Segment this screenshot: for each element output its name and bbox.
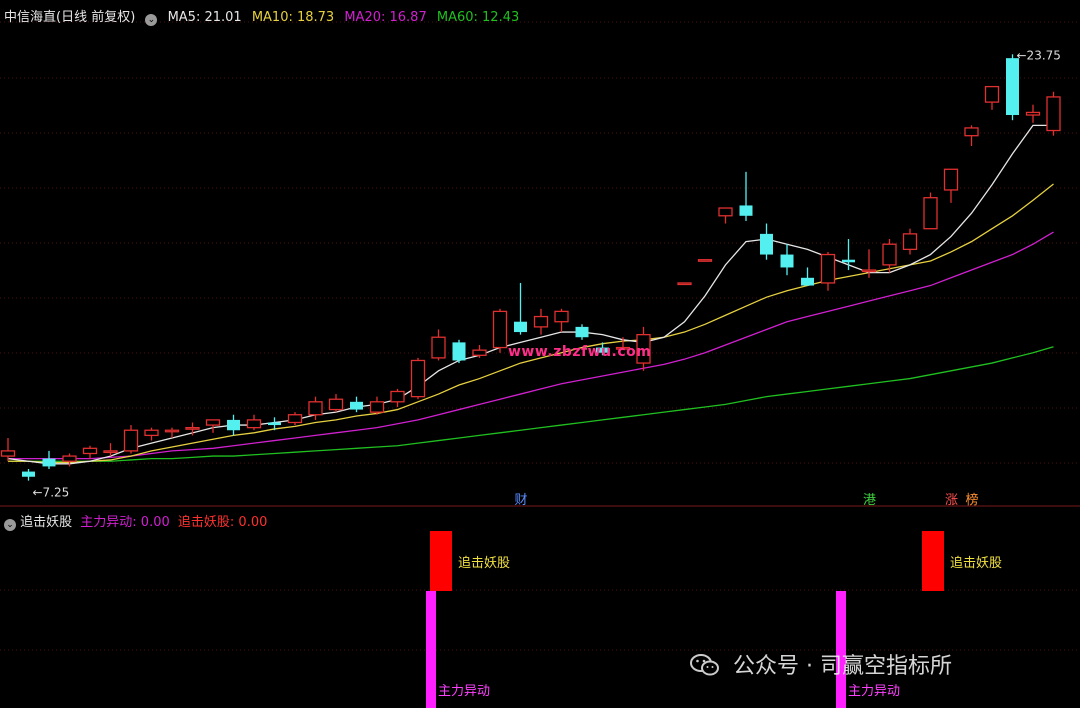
indicator-title: 追击妖股: [20, 515, 73, 530]
candle-body-up: [185, 427, 200, 430]
candle-body-up: [287, 414, 303, 424]
watermark-text: 公众号 · 司赢空指标所: [733, 654, 952, 679]
price-labels: ←23.75 ←7.25 财 港 涨榜: [33, 48, 1061, 508]
chart-header: 中信海直(日线 前复权) ⌄ MA5: 21.01 MA10: 18.73 MA…: [4, 6, 525, 26]
candles: [0, 54, 1061, 481]
candle-body-up: [328, 398, 344, 411]
candle-body-down: [268, 422, 281, 426]
candle-body-up: [533, 315, 549, 328]
ma60-line: [8, 346, 1054, 462]
candle-body-up: [923, 197, 938, 230]
settings-icon[interactable]: ⌄: [145, 14, 158, 26]
indicator-value-1: 主力异动: 0.00: [80, 515, 170, 530]
signal-label-red: 追击妖股: [950, 555, 1002, 571]
candle-body-down: [42, 458, 56, 467]
candle-body-up: [943, 168, 959, 191]
indicator-signals: 追击妖股 追击妖股主力异动 主力异动: [426, 531, 1002, 708]
candle-body-up: [861, 269, 877, 273]
candle-body-up: [492, 310, 508, 349]
candle-body-up: [0, 450, 16, 457]
candle-body-down: [227, 419, 240, 431]
candle-body-up: [62, 455, 77, 462]
signal-label-magenta: 主力异动: [848, 684, 900, 699]
signal-label-magenta: 主力异动: [438, 684, 490, 699]
indicator-header: ⌄ 追击妖股 主力异动: 0.00 追击妖股: 0.00: [4, 511, 267, 531]
candle-body-up: [984, 85, 1000, 103]
candle-body-up: [246, 419, 262, 429]
candle-body-down: [575, 326, 589, 338]
candle-body-up: [554, 310, 569, 323]
candle-body-up: [164, 429, 180, 433]
signal-bar-red: [430, 531, 452, 591]
event-badge: 港: [863, 493, 876, 508]
candle-body-up: [144, 429, 159, 437]
candle-body-up: [431, 336, 446, 359]
candle-body-up: [882, 243, 897, 266]
site-watermark: www.zbzfwu.com: [508, 344, 652, 360]
max-price-label: ←23.75: [1017, 48, 1061, 62]
candle-body-down: [801, 277, 814, 286]
indicator-value-2: 追击妖股: 0.00: [177, 515, 268, 530]
stock-title: 中信海直(日线 前复权): [4, 10, 136, 25]
candle-body-down: [739, 205, 753, 216]
candle-body-up: [697, 259, 713, 262]
signal-bar-red: [922, 531, 944, 591]
signal-bar-magenta: [426, 591, 436, 708]
candle-body-down: [842, 259, 855, 263]
candle-body-up: [205, 419, 221, 426]
candle-body-up: [369, 401, 385, 413]
candle-body-up: [308, 401, 323, 416]
wechat-icon: [690, 654, 719, 676]
candle-body-down: [1006, 58, 1019, 116]
candle-body-up: [718, 207, 733, 217]
candle-body-down: [780, 254, 794, 268]
candle-body-up: [820, 253, 836, 284]
candle-body-up: [390, 390, 405, 403]
ma20-label: MA20: 16.87: [344, 10, 427, 25]
wechat-watermark: 公众号 · 司赢空指标所: [690, 648, 952, 680]
candle-body-up: [472, 349, 487, 356]
ma60-label: MA60: 12.43: [436, 10, 520, 25]
ma5-label: MA5: 21.01: [167, 10, 242, 25]
candle-body-up: [103, 450, 118, 454]
candle-body-down: [452, 342, 466, 361]
event-badge: 财: [515, 493, 528, 508]
candle-body-down: [22, 471, 35, 477]
moving-average-lines: [7, 124, 1054, 465]
ma10-line: [8, 183, 1054, 464]
event-badge: 涨: [945, 493, 958, 508]
candle-body-up: [964, 127, 979, 137]
ma10-label: MA10: 18.73: [251, 10, 335, 25]
grid-lines: [0, 21, 1080, 651]
candle-body-up: [123, 429, 139, 452]
candle-body-down: [760, 233, 773, 255]
min-price-label: ←7.25: [33, 486, 70, 500]
candle-body-up: [82, 447, 98, 455]
candle-body-up: [902, 233, 918, 251]
candle-body-up: [1025, 111, 1041, 116]
candle-body-down: [514, 321, 527, 333]
indicator-settings-icon[interactable]: ⌄: [4, 519, 16, 531]
candle-body-up: [677, 282, 692, 286]
candle-body-down: [350, 401, 363, 410]
signal-label-red: 追击妖股: [458, 555, 510, 571]
candle-body-up: [410, 359, 426, 398]
event-badge: 榜: [966, 492, 979, 508]
candle-body-up: [1046, 96, 1061, 132]
